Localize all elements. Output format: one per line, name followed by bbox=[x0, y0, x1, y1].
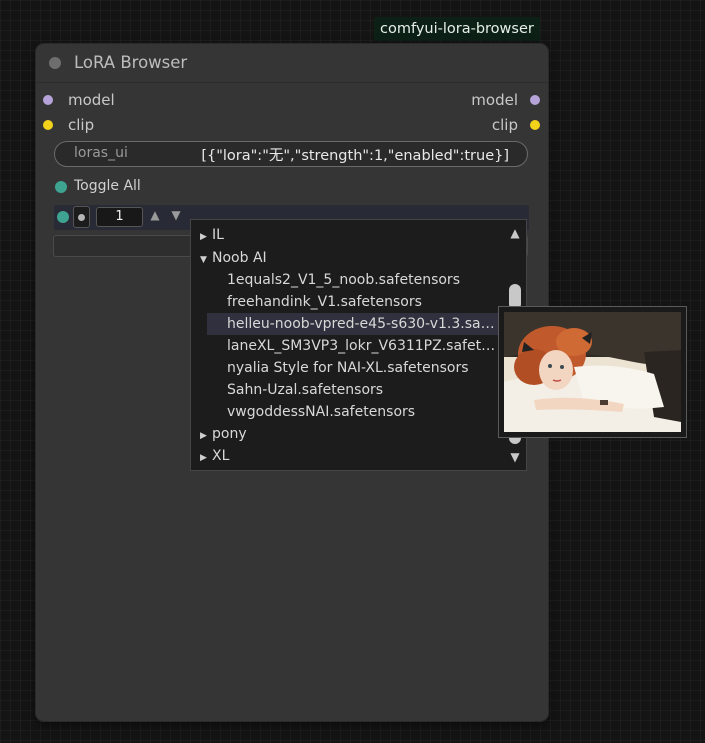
folder-pony[interactable]: ▶ pony bbox=[200, 423, 247, 445]
collapse-dot-icon[interactable] bbox=[49, 57, 61, 69]
output-clip-dot-icon[interactable] bbox=[530, 120, 540, 130]
folder-noob-ai[interactable]: ▼ Noob AI bbox=[200, 247, 267, 269]
loras-ui-widget[interactable]: loras_ui [{"lora":"无","strength":1,"enab… bbox=[54, 141, 528, 167]
slot-row-model: model model bbox=[43, 91, 543, 111]
folder-il[interactable]: ▶ IL bbox=[200, 224, 224, 246]
strength-down-arrow-icon[interactable]: ▼ bbox=[169, 208, 183, 222]
output-clip-label: clip bbox=[491, 116, 518, 134]
strength-input[interactable]: 1 bbox=[96, 207, 143, 227]
file-item[interactable]: 1equals2_V1_5_noob.safetensors bbox=[227, 269, 499, 291]
folder-label: Noob AI bbox=[212, 250, 267, 266]
lora-preview-thumbnail bbox=[498, 306, 687, 438]
expanded-caret-icon: ▼ bbox=[200, 255, 207, 265]
folder-label: IL bbox=[212, 227, 224, 243]
lora-select-button[interactable] bbox=[73, 206, 90, 228]
dot-icon bbox=[78, 214, 85, 221]
collapsed-caret-icon: ▶ bbox=[200, 453, 207, 463]
collapsed-caret-icon: ▶ bbox=[200, 431, 207, 441]
folder-label: XL bbox=[212, 448, 230, 464]
input-clip-label: clip bbox=[68, 116, 95, 134]
lora-enable-toggle[interactable] bbox=[57, 211, 69, 223]
file-item[interactable]: freehandink_V1.safetensors bbox=[227, 291, 499, 313]
file-item[interactable]: vwgoddessNAI.safetensors bbox=[227, 401, 499, 423]
output-model-dot-icon[interactable] bbox=[530, 95, 540, 105]
folder-label: pony bbox=[212, 426, 247, 442]
collapsed-caret-icon: ▶ bbox=[200, 232, 207, 242]
file-item[interactable]: nyalia Style for NAI-XL.safetensors bbox=[227, 357, 499, 379]
node-title: LoRA Browser bbox=[74, 53, 188, 72]
lora-dropdown-menu[interactable]: ▶ IL ▼ Noob AI 1equals2_V1_5_noob.safetens… bbox=[190, 219, 527, 471]
scroll-up-arrow-icon[interactable]: ▲ bbox=[507, 226, 523, 240]
widget-value: [{"lora":"无","strength":1,"enabled":true… bbox=[201, 148, 509, 164]
widget-name: loras_ui bbox=[74, 145, 128, 161]
toggle-all-dot-icon[interactable] bbox=[55, 181, 67, 193]
node-title-bar[interactable]: LoRA Browser bbox=[36, 44, 548, 83]
file-item[interactable]: laneXL_SM3VP3_lokr_V6311PZ.safeten... bbox=[227, 335, 499, 357]
slot-row-clip: clip clip bbox=[43, 116, 543, 136]
strength-up-arrow-icon[interactable]: ▲ bbox=[148, 208, 162, 222]
input-clip-dot-icon[interactable] bbox=[43, 120, 53, 130]
toggle-all-label[interactable]: Toggle All bbox=[74, 178, 141, 194]
output-model-label: model bbox=[471, 91, 518, 109]
input-model-dot-icon[interactable] bbox=[43, 95, 53, 105]
file-item-highlighted[interactable]: helleu-noob-vpred-e45-s630-v1.3.safe... bbox=[227, 313, 499, 335]
node-type-tag: comfyui-lora-browser bbox=[374, 17, 540, 41]
input-model-label: model bbox=[68, 91, 115, 109]
folder-xl[interactable]: ▶ XL bbox=[200, 445, 229, 467]
preview-image bbox=[504, 312, 681, 432]
scroll-down-arrow-icon[interactable]: ▼ bbox=[507, 450, 523, 464]
file-item[interactable]: Sahn-Uzal.safetensors bbox=[227, 379, 499, 401]
